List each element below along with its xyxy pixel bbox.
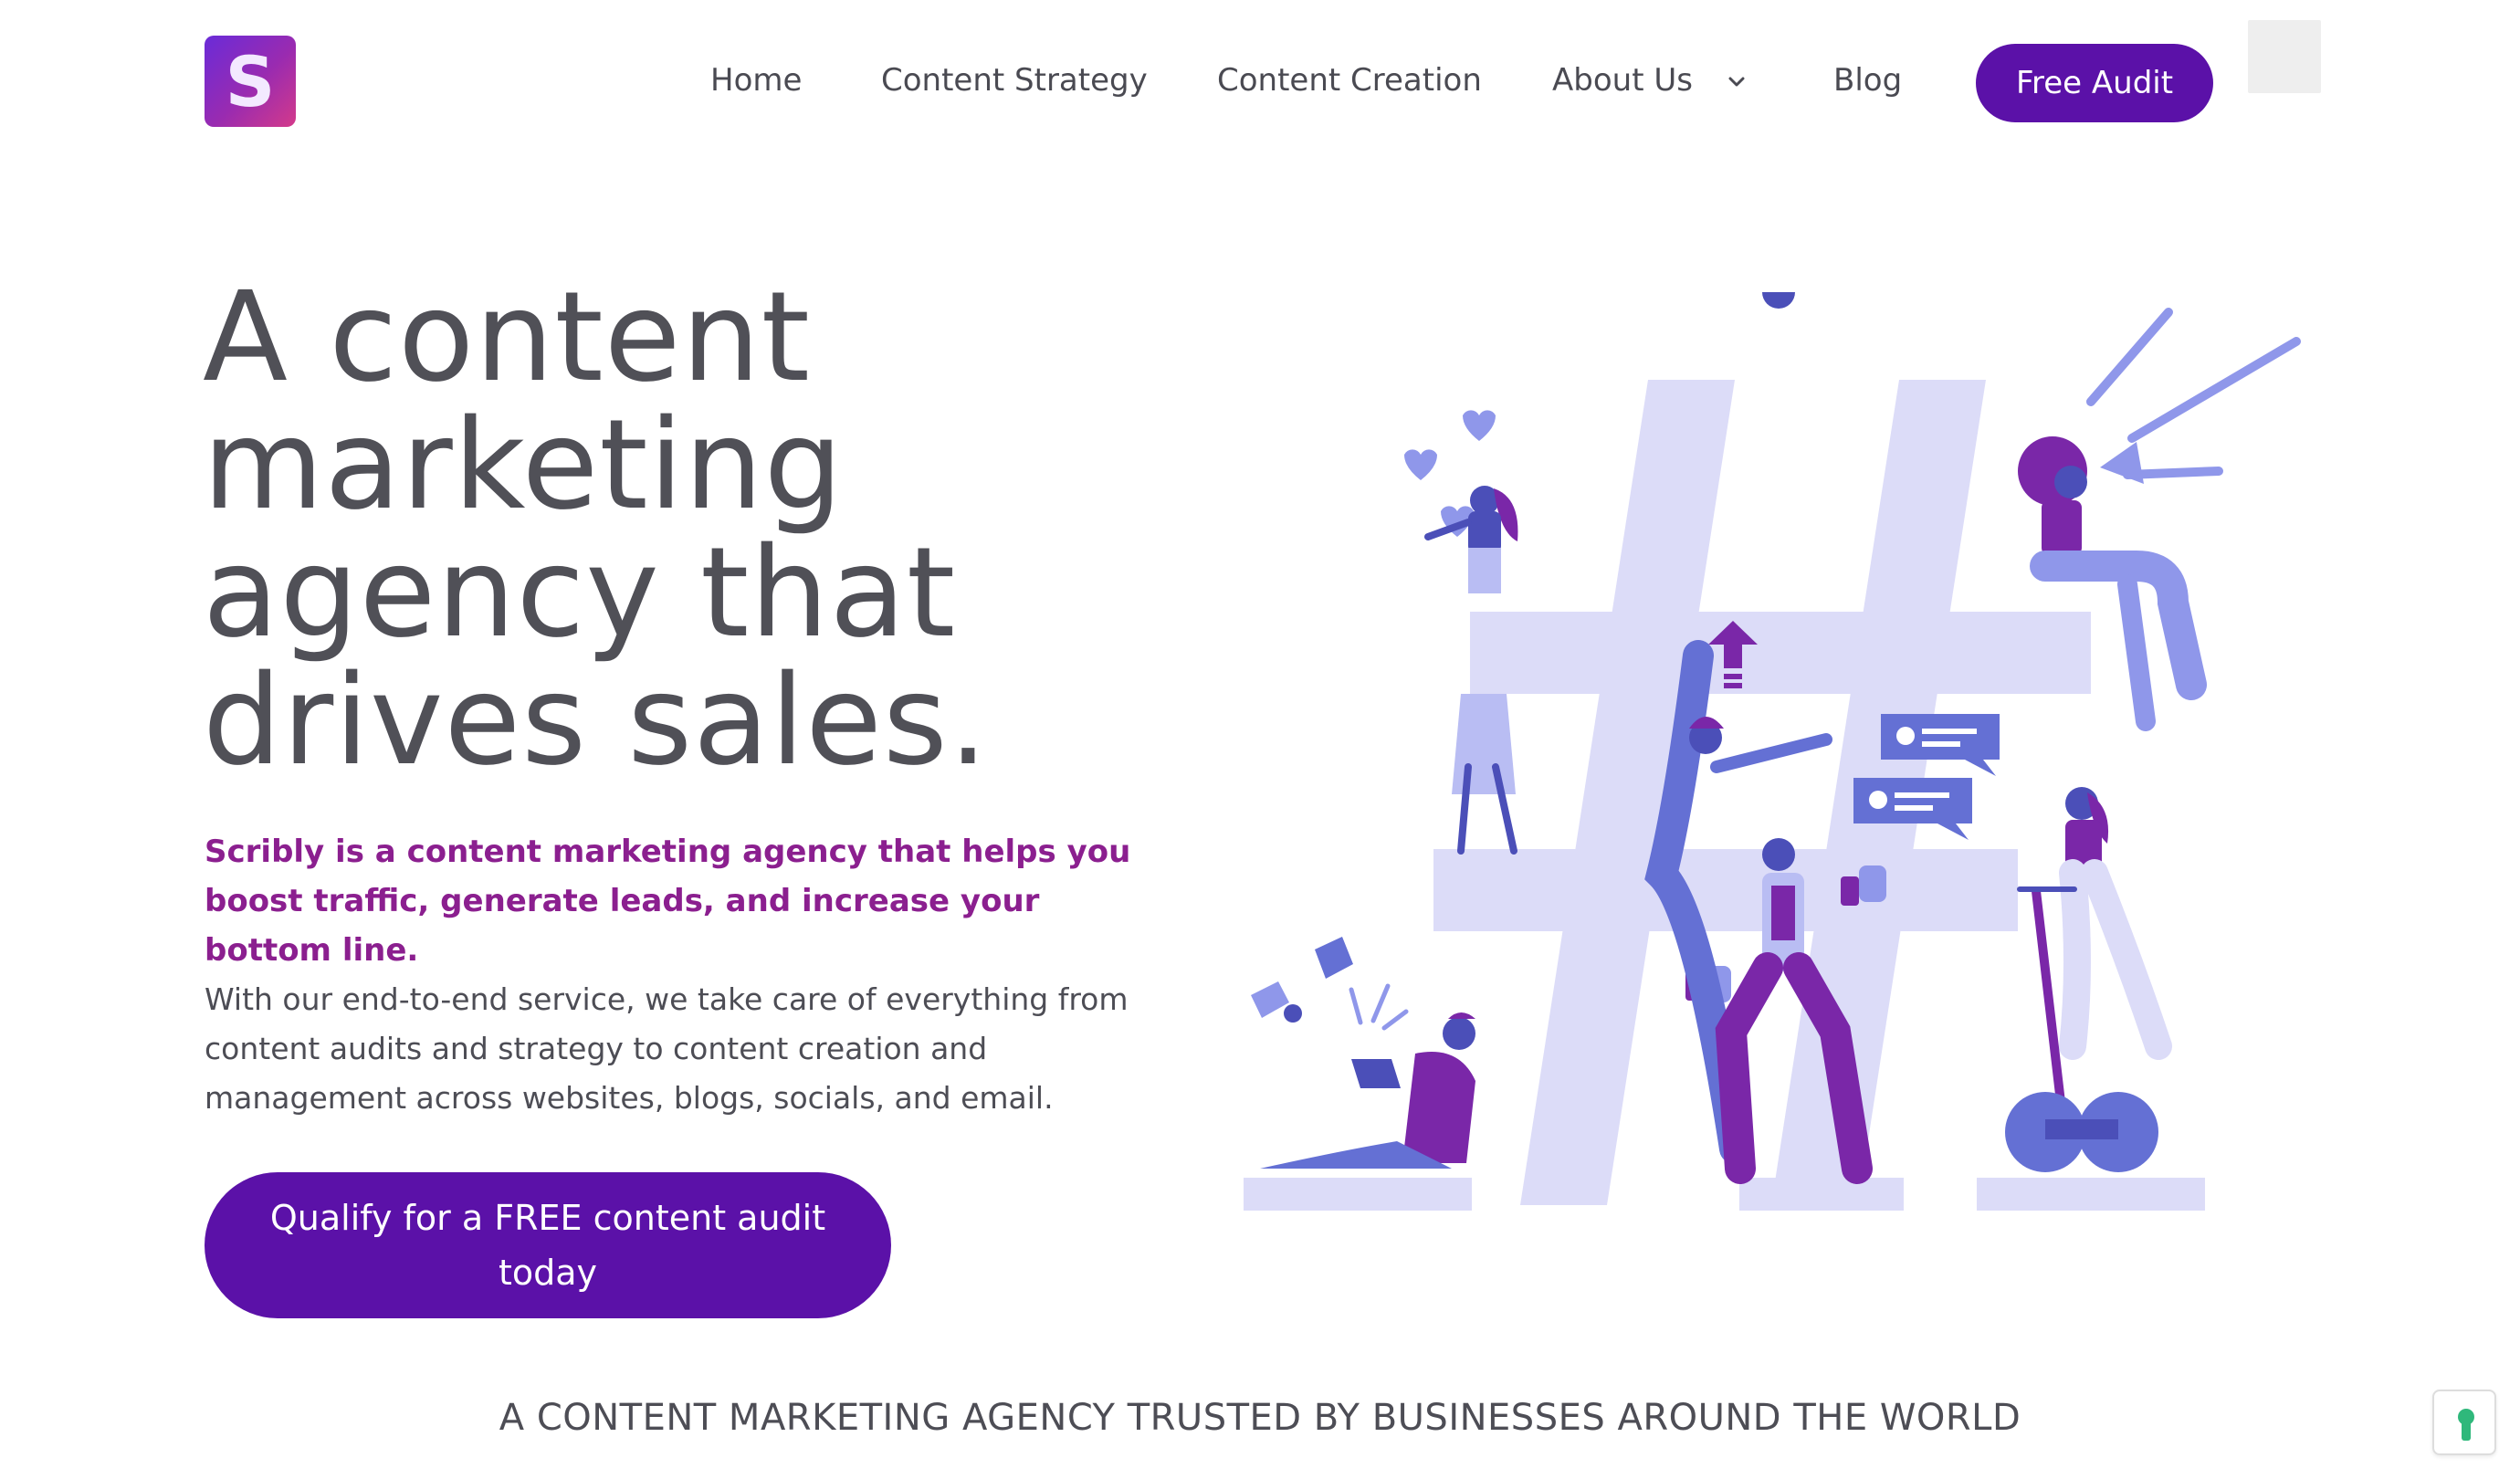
person-segway (2005, 787, 2172, 1172)
nav-item-about-us[interactable]: About Us (1552, 55, 1693, 106)
nav-item-content-creation[interactable]: Content Creation (1217, 55, 1482, 106)
chevron-down-icon[interactable] (1724, 69, 1749, 95)
burst-lines (2086, 308, 2301, 479)
hero-title: A content marketing agency that drives s… (203, 274, 1207, 785)
hero-title-line: drives sales. (203, 649, 990, 793)
hero-lead: Scribly is a content marketing agency th… (205, 834, 1131, 969)
hero-title-line: A content (203, 266, 811, 410)
scribly-logo-icon[interactable]: S (205, 36, 296, 127)
keyhole-widget-icon[interactable] (2432, 1390, 2496, 1455)
menu-placeholder[interactable] (2248, 20, 2321, 93)
envelope-icons (1251, 937, 1353, 1023)
person-standing (1715, 292, 1873, 1184)
trusted-by-heading: A CONTENT MARKETING AGENCY TRUSTED BY BU… (499, 1397, 2021, 1439)
hero-title-line: marketing (203, 393, 844, 538)
hashtag-shape (1433, 380, 2091, 1205)
hero-title-line: agency that (203, 521, 957, 666)
nav-item-home[interactable]: Home (710, 55, 802, 106)
logo-letter: S (225, 40, 276, 122)
nav-item-blog[interactable]: Blog (1833, 55, 1902, 106)
hero-body: With our end-to-end service, we take car… (205, 981, 1129, 1116)
nav-item-content-strategy[interactable]: Content Strategy (881, 55, 1148, 106)
site-header: S Home Content Strategy Content Creation… (0, 0, 2520, 164)
free-audit-button[interactable]: Free Audit (1976, 44, 2213, 122)
hashtag-people-illustration (1244, 292, 2301, 1211)
free-content-audit-button[interactable]: Qualify for a FREE content audit today (205, 1172, 891, 1318)
